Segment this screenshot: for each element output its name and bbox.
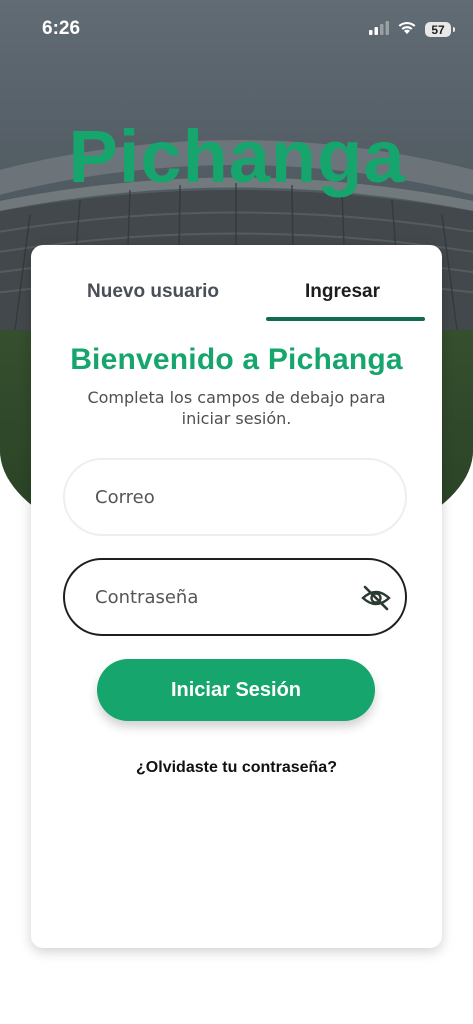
active-tab-indicator <box>266 317 425 321</box>
tab-new-user[interactable]: Nuevo usuario <box>87 281 219 303</box>
email-input[interactable] <box>93 486 367 509</box>
welcome-subtitle: Completa los campos de debajo para inici… <box>87 388 386 428</box>
login-button[interactable]: Iniciar Sesión <box>97 659 375 721</box>
pichanga-logo: Pichanga <box>0 110 473 204</box>
eye-off-icon[interactable] <box>361 585 391 611</box>
password-input[interactable] <box>93 586 367 609</box>
auth-card: Nuevo usuario Ingresar Bienvenido a Pich… <box>31 245 442 948</box>
logo-text: Pichanga <box>68 115 405 198</box>
forgot-password-link[interactable]: ¿Olvidaste tu contraseña? <box>31 759 442 777</box>
tab-login[interactable]: Ingresar <box>305 281 380 303</box>
auth-tabs: Nuevo usuario Ingresar <box>31 245 442 323</box>
status-bar: 6:26 57 <box>0 0 473 60</box>
status-time: 6:26 <box>42 18 81 39</box>
signal-icon <box>369 20 389 39</box>
welcome-title: Bienvenido a Pichanga <box>70 343 403 376</box>
email-field[interactable] <box>63 458 407 536</box>
status-icons: 57 <box>369 20 455 39</box>
password-field[interactable] <box>63 558 407 636</box>
battery-icon: 57 <box>425 22 455 37</box>
wifi-icon <box>397 20 417 39</box>
